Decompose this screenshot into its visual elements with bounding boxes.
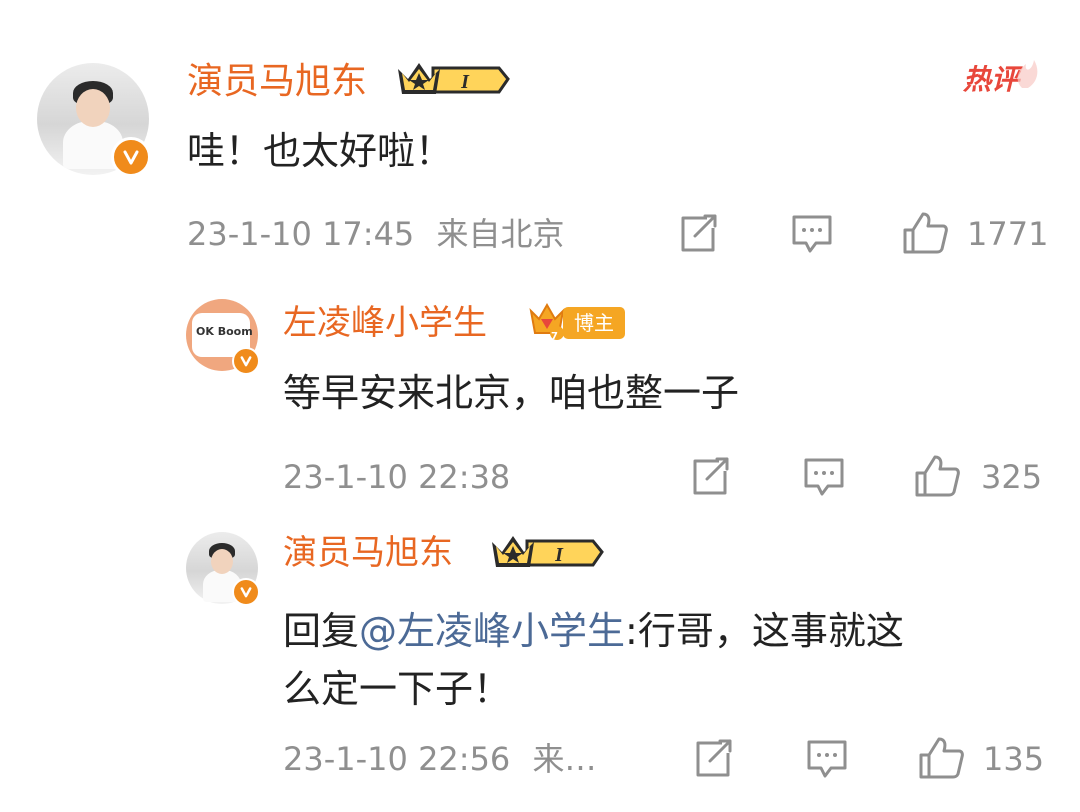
share-icon[interactable] [692,739,734,779]
badge-level: 7 [551,331,558,342]
verified-icon [111,137,151,177]
comment-line-2: 么定一下子！ [283,667,512,711]
comment-time: 23-1-10 17:45 来自北京 [187,215,565,253]
comment-icon[interactable] [805,738,849,780]
username[interactable]: 左凌峰小学生 [283,306,487,340]
comment-line-1: 回复@左凌峰小学生:行哥，这事就这 [283,609,904,653]
comment-text: 回复@左凌峰小学生:行哥，这事就这 么定一下子！ [283,602,904,718]
verified-icon [232,578,260,606]
badge-label: 博主 [563,307,625,339]
share-icon[interactable] [677,214,719,254]
comment-text: 等早安来北京，咱也整一子 [283,371,740,415]
avatar-text: OK Boom [196,325,253,338]
avatar[interactable] [37,63,151,177]
like-count: 1771 [967,215,1049,253]
comment-time: 23-1-10 22:56 来… [283,740,597,778]
like-icon[interactable] [917,735,965,781]
comment-text: 哇！也太好啦！ [187,129,454,173]
mention-link[interactable]: @左凌峰小学生 [359,609,625,653]
verified-icon [232,347,260,375]
comment-icon[interactable] [790,213,834,255]
like-count: 135 [983,740,1045,778]
comment-icon[interactable] [802,456,846,498]
svg-text:I: I [554,544,564,566]
crown-badge-icon: I [489,530,604,574]
comment-location: 来自北京 [436,215,565,253]
like-count: 325 [981,458,1043,496]
like-icon[interactable] [913,453,961,499]
svg-text:I: I [460,71,470,93]
username[interactable]: 演员马旭东 [187,64,367,100]
like-icon[interactable] [901,210,949,256]
comment-time: 23-1-10 22:38 [283,458,511,496]
share-icon[interactable] [689,457,731,497]
blogger-badge-icon: 7 博主 [527,301,627,345]
username[interactable]: 演员马旭东 [283,536,453,570]
comment-location: 来… [532,740,597,778]
avatar[interactable] [186,532,260,606]
avatar[interactable]: OK Boom [186,299,260,375]
hot-flame-icon [1017,60,1038,88]
crown-badge-icon: I [395,57,510,101]
